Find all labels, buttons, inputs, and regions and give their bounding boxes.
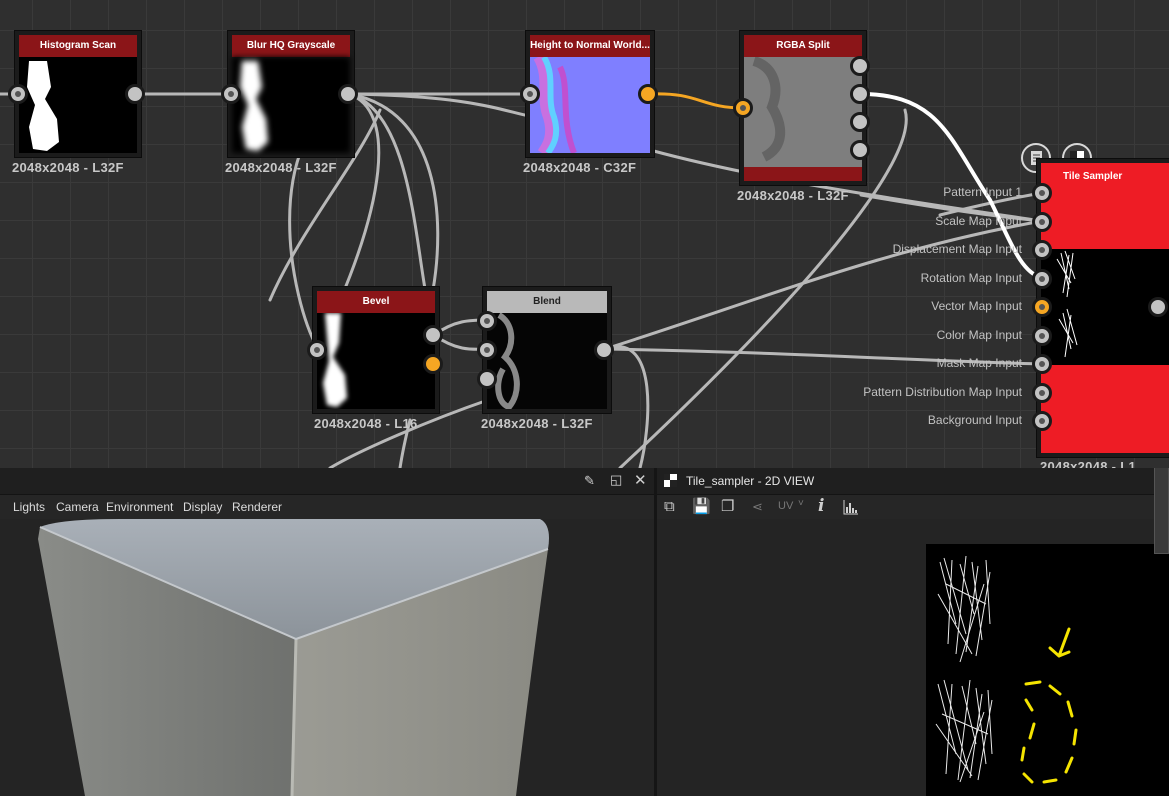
wire-blur-bevel-c <box>347 92 440 292</box>
menu-lights[interactable]: Lights <box>13 500 45 514</box>
wire-normal-split <box>649 92 745 110</box>
input-port[interactable] <box>221 84 241 104</box>
input-port-foreground[interactable] <box>477 311 497 331</box>
3d-cube-preview <box>38 519 549 796</box>
node-thumbnail <box>744 57 862 167</box>
tile-sampler-input-label: Vector Map Input <box>931 299 1022 313</box>
wire-blur-bevel-b <box>347 92 429 302</box>
split-red-strip <box>744 167 862 181</box>
tile-sampler-input-port[interactable] <box>1032 240 1052 260</box>
close-icon[interactable]: ✕ <box>634 471 647 489</box>
node-resolution: 2048x2048 - C32F <box>523 160 637 175</box>
tile-sampler-input-label: Color Map Input <box>936 327 1022 342</box>
node-thumbnail <box>232 57 350 153</box>
tile-sampler-input-label: Pattern Input 1 <box>943 185 1022 199</box>
node-blend[interactable]: Blend <box>482 286 612 414</box>
tile-sampler-input-port[interactable] <box>1032 297 1052 317</box>
scrollbar[interactable] <box>1154 468 1169 554</box>
histogram-icon[interactable] <box>843 499 859 520</box>
node-histogram-scan[interactable]: Histogram Scan <box>14 30 142 158</box>
output-port-g[interactable] <box>850 84 870 104</box>
uv-dropdown[interactable]: UV <box>778 500 793 512</box>
tile-sampler-input-label: Pattern Distribution Map Input <box>863 384 1022 399</box>
tile-sampler-input-port[interactable] <box>1032 211 1052 232</box>
output-port[interactable] <box>423 325 443 345</box>
node-title: RGBA Split <box>744 35 862 57</box>
node-title: Height to Normal World... <box>530 35 650 57</box>
node-resolution: 2048x2048 - L32F <box>12 160 124 175</box>
2d-view-panel: Tile_sampler - 2D VIEW ⧉ 💾 ❐ ⋖ UV ˅ i <box>657 468 1169 796</box>
node-blur-hq-grayscale[interactable]: Blur HQ Grayscale <box>227 30 355 158</box>
node-thumbnail <box>317 313 435 409</box>
output-port[interactable] <box>125 84 145 104</box>
2d-view-icon <box>664 474 677 487</box>
node-title: Tile Sampler <box>1063 171 1123 182</box>
node-title: Histogram Scan <box>19 35 137 57</box>
output-port-a[interactable] <box>850 140 870 160</box>
input-port[interactable] <box>307 340 327 360</box>
node-title: Blend <box>487 291 607 313</box>
node-graph-canvas[interactable]: Histogram Scan 2048x2048 - L32F Blur HQ … <box>0 0 1169 468</box>
share-icon[interactable]: ⋖ <box>752 499 763 515</box>
menu-camera[interactable]: Camera <box>56 500 99 514</box>
input-port-mask[interactable] <box>477 369 497 389</box>
output-port-b[interactable] <box>850 112 870 132</box>
input-port-background[interactable] <box>477 340 497 360</box>
2d-viewport[interactable] <box>657 519 1169 796</box>
menu-display[interactable]: Display <box>183 500 222 514</box>
copy-icon[interactable]: ❐ <box>721 497 734 515</box>
3d-view-menubar: Lights Camera Environment Display Render… <box>0 495 654 519</box>
3d-view-panel: ✎ ◱ ✕ Lights Camera Environment Display … <box>0 468 654 796</box>
tile-sampler-input-port[interactable] <box>1032 354 1052 374</box>
node-thumbnail <box>530 57 650 153</box>
input-port[interactable] <box>8 84 28 104</box>
tile-sampler-input-port[interactable] <box>1032 268 1052 289</box>
node-resolution: 2048x2048 - L1 <box>1040 459 1136 468</box>
output-port[interactable] <box>1148 297 1168 317</box>
output-port[interactable] <box>638 84 658 104</box>
node-resolution: 2048x2048 - L16 <box>314 416 418 431</box>
node-title: Blur HQ Grayscale <box>232 35 350 57</box>
menu-renderer[interactable]: Renderer <box>232 500 282 514</box>
tile-sampler-input-label: Scale Map Input <box>935 213 1022 228</box>
tile-sampler-input-label: Rotation Map Input <box>920 270 1022 285</box>
3d-view-titlebar: ✎ ◱ ✕ <box>0 468 654 495</box>
input-port[interactable] <box>733 98 753 118</box>
save-icon[interactable]: 💾 <box>692 497 711 515</box>
tile-sampler-input-port[interactable] <box>1032 183 1052 203</box>
tile-sampler-input-label: Background Input <box>927 413 1022 427</box>
pin-icon[interactable]: ✎ <box>584 473 595 489</box>
menu-environment[interactable]: Environment <box>106 500 173 514</box>
chevron-down-icon[interactable]: ˅ <box>798 498 804 509</box>
info-icon[interactable]: i <box>818 496 824 516</box>
tile-sampler-input-port[interactable] <box>1032 382 1052 403</box>
tile-sampler-input-label: Displacement Map Input <box>892 242 1022 256</box>
float-window-icon[interactable]: ◱ <box>610 472 622 488</box>
3d-viewport[interactable] <box>0 519 654 796</box>
node-thumbnail <box>19 57 137 153</box>
fit-view-icon[interactable]: ⧉ <box>664 498 675 515</box>
node-thumbnail <box>487 313 607 409</box>
2d-texture-preview <box>926 544 1169 796</box>
tile-sampler-input-port[interactable] <box>1032 411 1052 431</box>
tile-sampler-input-label: Mask Map Input <box>936 356 1022 370</box>
node-resolution: 2048x2048 - L32F <box>737 188 849 203</box>
2d-view-titlebar: Tile_sampler - 2D VIEW <box>657 468 1169 495</box>
output-port[interactable] <box>338 84 358 104</box>
node-title: Bevel <box>317 291 435 313</box>
output-port-r[interactable] <box>850 56 870 76</box>
output-port-normal[interactable] <box>423 354 443 374</box>
node-rgba-split[interactable]: RGBA Split <box>739 30 867 186</box>
output-port[interactable] <box>594 340 614 360</box>
tile-sampler-input-port[interactable] <box>1032 325 1052 346</box>
node-resolution: 2048x2048 - L32F <box>481 416 593 431</box>
2d-view-toolbar: ⧉ 💾 ❐ ⋖ UV ˅ i <box>657 495 1169 519</box>
2d-view-title: Tile_sampler - 2D VIEW <box>686 474 815 488</box>
input-port[interactable] <box>520 84 540 104</box>
node-resolution: 2048x2048 - L32F <box>225 160 337 175</box>
node-height-to-normal[interactable]: Height to Normal World... <box>525 30 655 158</box>
node-bevel[interactable]: Bevel <box>312 286 440 414</box>
